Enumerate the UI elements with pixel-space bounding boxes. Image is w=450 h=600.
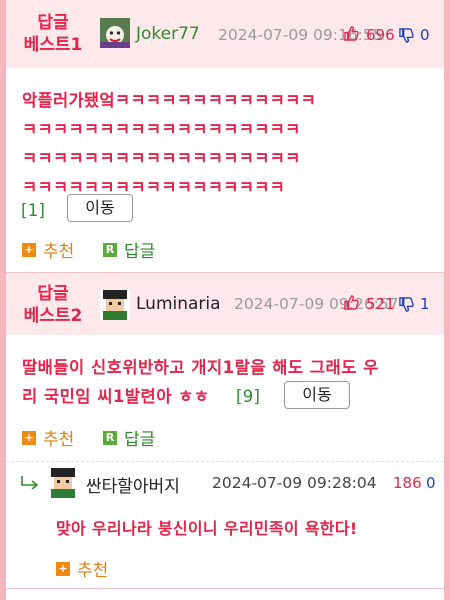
best-reply-tag: 답글 베스트2 (23, 284, 83, 326)
recommend-button[interactable]: + 추천 (22, 425, 74, 450)
thumbs-up-icon[interactable] (344, 295, 359, 310)
comment-date: 2024-07-09 09:28:04 (212, 474, 377, 492)
thumbs-up-icon[interactable] (344, 26, 359, 41)
plus-icon: + (22, 242, 36, 257)
down-count: 0 (426, 474, 436, 492)
pixel-avatar-icon[interactable] (100, 290, 130, 320)
reply-button[interactable]: R 답글 (103, 425, 155, 450)
recommend-button[interactable]: + 추천 (56, 556, 108, 581)
divider (6, 588, 444, 589)
down-count: 0 (420, 26, 430, 44)
reply-button[interactable]: R 답글 (103, 237, 155, 262)
best-comment-2: 답글 베스트2 Luminaria 2024-07-09 09:26:57 52… (6, 273, 444, 461)
nickname[interactable]: Joker77 (136, 24, 200, 44)
move-button[interactable]: 이동 (284, 381, 350, 409)
move-button[interactable]: 이동 (67, 194, 133, 222)
reply-count[interactable]: [1] (21, 196, 45, 225)
reply-r-icon: R (103, 430, 117, 445)
plus-icon: + (56, 561, 70, 576)
comment-body: 맞아 우리나라 붕신이니 우리민족이 욕한다! (56, 519, 358, 538)
comment-header: 답글 베스트1 Joker77 2024-07-09 09:16:55 696 … (6, 0, 444, 68)
best-comment-1: 답글 베스트1 Joker77 2024-07-09 09:16:55 696 … (6, 0, 444, 272)
nickname[interactable]: Luminaria (136, 294, 221, 314)
thumbs-down-icon[interactable] (399, 28, 414, 43)
comment-body: 악플러가됐엌ㅋㅋㅋㅋㅋㅋㅋㅋㅋㅋㅋㅋㅋ ㅋㅋㅋㅋㅋㅋㅋㅋㅋㅋㅋㅋㅋㅋㅋㅋㅋㅋ ㅋ… (22, 91, 317, 197)
nickname[interactable]: 싼타할아버지 (86, 472, 180, 497)
down-count: 1 (420, 295, 430, 313)
best-reply-tag: 답글 베스트1 (23, 13, 83, 55)
pixel-avatar-icon[interactable] (48, 468, 78, 498)
up-count: 521 (366, 295, 395, 313)
up-count: 696 (366, 26, 395, 44)
plus-icon: + (22, 430, 36, 445)
reply-count[interactable]: [9] (236, 382, 260, 411)
up-count: 186 (393, 474, 422, 492)
recommend-button[interactable]: + 추천 (22, 237, 74, 262)
reply-r-icon: R (103, 242, 117, 257)
reply-arrow-icon (21, 476, 39, 490)
reply-comment: 싼타할아버지 2024-07-09 09:28:04 186 0 맞아 우리나라… (6, 462, 444, 588)
comment-body: 딸배들이 신호위반하고 개지1랄을 해도 그래도 우 리 국민임 씨1발련아 ㅎ… (22, 358, 379, 406)
thumbs-down-icon[interactable] (399, 297, 414, 312)
joker-avatar-icon[interactable] (100, 18, 130, 48)
comment-header: 답글 베스트2 Luminaria 2024-07-09 09:26:57 52… (6, 273, 444, 335)
